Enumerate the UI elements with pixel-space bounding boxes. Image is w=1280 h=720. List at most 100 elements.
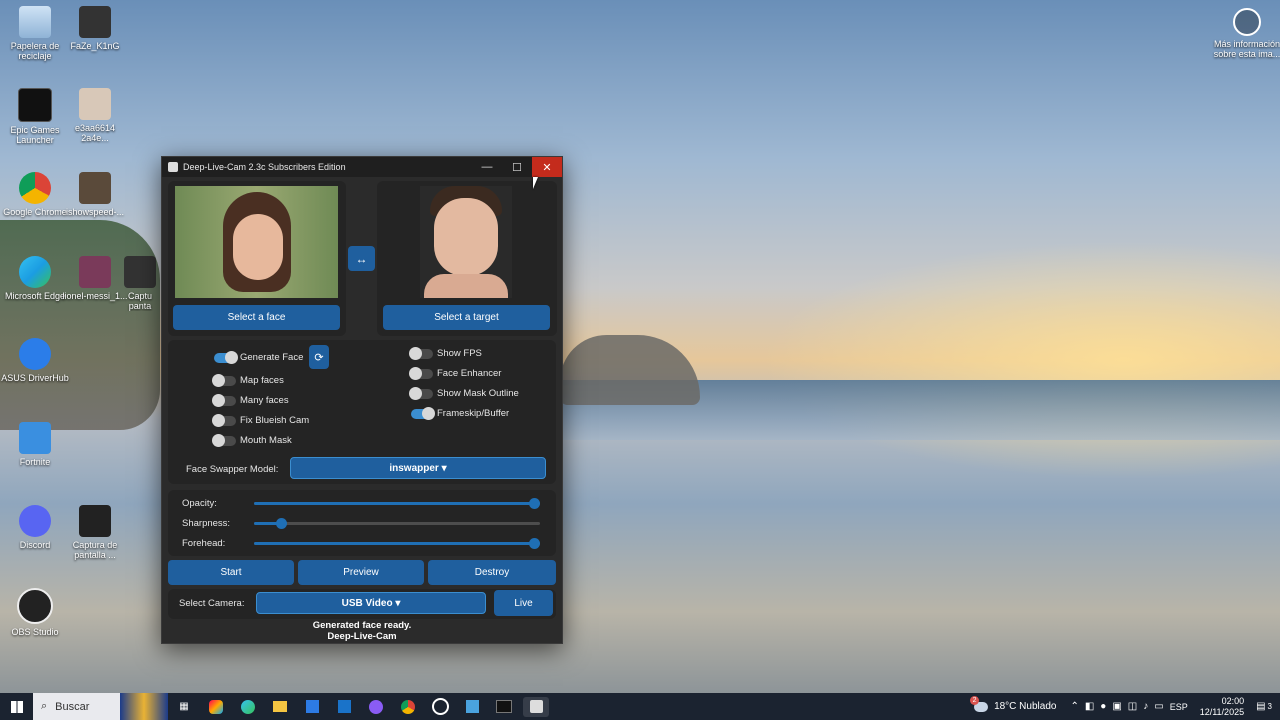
clock[interactable]: 02:00 12/11/2025 <box>1200 696 1244 718</box>
map-faces-label: Map faces <box>240 375 284 386</box>
forehead-label: Forehead: <box>182 538 226 549</box>
fortnite-icon <box>19 422 51 454</box>
face-swapper-model-label: Face Swapper Model: <box>186 464 279 475</box>
desktop-icon-captura[interactable]: Captura de pantalla ... <box>60 505 130 560</box>
taskbar-chrome[interactable] <box>395 697 421 717</box>
taskbar-app-blue[interactable] <box>459 697 485 717</box>
maximize-button[interactable]: ☐ <box>502 157 532 177</box>
chrome-icon <box>401 699 415 714</box>
frameskip-buffer-toggle[interactable] <box>411 407 435 420</box>
desktop-icon-faze[interactable]: FaZe_K1nG <box>60 6 130 51</box>
status-text: Generated face ready. <box>312 620 412 631</box>
store-icon <box>305 700 319 713</box>
face-swapper-model-dropdown[interactable]: inswapper ▾ <box>290 457 546 479</box>
map-faces-toggle[interactable] <box>212 374 236 387</box>
taskbar-deep-live-cam[interactable] <box>523 696 549 717</box>
edge-icon <box>241 699 255 714</box>
forehead-slider[interactable] <box>254 538 540 549</box>
desktop-icon-asus[interactable]: ASUS DriverHub <box>0 338 70 383</box>
taskbar: ⌕ Buscar ▦ 2 18°C Nublado ⌃ ◧ ● ▣ ◫ ♪ ▭ … <box>0 693 1280 720</box>
spotlight-info-widget[interactable]: Más información sobre esta ima... <box>1212 8 1280 59</box>
opacity-slider-thumb[interactable] <box>529 498 540 509</box>
tray-monitor-icon[interactable]: ▣ <box>1112 701 1121 712</box>
show-fps-label: Show FPS <box>437 348 482 359</box>
taskbar-obs[interactable] <box>427 697 453 717</box>
minimize-button[interactable]: — <box>472 157 502 177</box>
start-button-windows[interactable] <box>4 697 30 717</box>
preview-button[interactable]: Preview <box>298 560 424 585</box>
close-button[interactable]: ✕ <box>532 157 562 177</box>
forehead-slider-thumb[interactable] <box>529 538 540 549</box>
mouth-mask-label: Mouth Mask <box>240 435 292 446</box>
title-bar[interactable]: Deep-Live-Cam 2.3c Subscribers Edition —… <box>162 157 562 177</box>
task-view-icon: ▦ <box>179 701 189 712</box>
sharpness-slider-thumb[interactable] <box>276 518 287 529</box>
wallpaper-sun-glow <box>760 240 1280 480</box>
select-face-button[interactable]: Select a face <box>173 305 340 330</box>
weather-icon[interactable]: 2 <box>970 695 989 712</box>
copilot-icon <box>209 699 223 714</box>
volume-icon[interactable]: ♪ <box>1143 701 1148 712</box>
task-view-button[interactable]: ▦ <box>171 697 197 717</box>
desktop-icon-image-e3aa[interactable]: e3aa6614 2a4e... <box>60 88 130 143</box>
battery-icon[interactable]: ▭ <box>1154 701 1163 712</box>
generate-face-toggle[interactable] <box>214 351 238 364</box>
recycle-bin-icon <box>19 6 51 38</box>
obs-icon <box>431 698 449 715</box>
taskbar-terminal[interactable] <box>491 697 517 717</box>
desktop-icon-obs[interactable]: OBS Studio <box>0 588 70 637</box>
opacity-label: Opacity: <box>182 498 217 509</box>
taskbar-file-explorer[interactable] <box>267 697 293 717</box>
taskbar-store[interactable] <box>299 697 325 717</box>
camera-dropdown[interactable]: USB Video ▾ <box>256 592 486 614</box>
mouth-mask-toggle[interactable] <box>212 434 236 447</box>
show-fps-toggle[interactable] <box>409 347 433 360</box>
tray-app-icon[interactable]: ◧ <box>1085 701 1094 712</box>
epic-games-icon <box>18 88 52 122</box>
discord-icon <box>19 505 51 537</box>
image-icon <box>79 88 111 120</box>
language-indicator[interactable]: ESP <box>1170 702 1188 712</box>
image-icon <box>79 172 111 204</box>
taskbar-search[interactable]: ⌕ Buscar <box>33 693 168 720</box>
desktop-icon-fortnite[interactable]: Fortnite <box>0 422 70 467</box>
taskbar-copilot[interactable] <box>203 697 229 717</box>
obs-icon <box>17 588 53 624</box>
microphone-icon[interactable]: ● <box>1100 701 1106 712</box>
search-icon: ⌕ <box>41 700 48 712</box>
edge-icon <box>19 256 51 288</box>
weather-badge: 2 <box>970 695 980 705</box>
select-target-button[interactable]: Select a target <box>383 305 550 330</box>
swap-button[interactable]: ↔ <box>348 246 375 271</box>
destroy-button[interactable]: Destroy <box>428 560 556 585</box>
notifications-button[interactable]: ▤ 3 <box>1256 701 1272 712</box>
search-placeholder: Buscar <box>55 700 90 713</box>
refresh-icon: ⟳ <box>314 351 324 364</box>
start-button[interactable]: Start <box>168 560 294 585</box>
network-icon[interactable]: ◫ <box>1128 701 1137 712</box>
desktop-icon-captura-partial[interactable]: Captu panta <box>118 256 162 311</box>
outlook-icon <box>337 700 351 713</box>
window-title: Deep-Live-Cam 2.3c Subscribers Edition <box>183 162 346 172</box>
opacity-slider[interactable] <box>254 498 540 509</box>
deep-live-cam-icon <box>529 700 543 713</box>
taskbar-edge[interactable] <box>235 697 261 717</box>
weather-text[interactable]: 18°C Nublado <box>994 701 1056 712</box>
live-button[interactable]: Live <box>494 590 553 616</box>
many-faces-toggle[interactable] <box>212 394 236 407</box>
app-icon <box>465 700 479 713</box>
taskbar-app[interactable] <box>363 697 389 717</box>
chevron-up-icon[interactable]: ⌃ <box>1070 701 1078 712</box>
sharpness-slider[interactable] <box>254 518 540 529</box>
fix-blueish-cam-toggle[interactable] <box>212 414 236 427</box>
show-mask-outline-toggle[interactable] <box>409 387 433 400</box>
refresh-button[interactable]: ⟳ <box>309 345 329 369</box>
image-icon <box>79 505 111 537</box>
taskbar-outlook[interactable] <box>331 697 357 717</box>
desktop-icon-ishowspeed[interactable]: ishowspeed-... <box>60 172 130 217</box>
show-mask-outline-label: Show Mask Outline <box>437 388 519 399</box>
face-enhancer-toggle[interactable] <box>409 367 433 380</box>
search-highlight-image <box>120 693 168 720</box>
folder-icon <box>273 701 287 712</box>
clock-date: 12/11/2025 <box>1199 706 1245 717</box>
